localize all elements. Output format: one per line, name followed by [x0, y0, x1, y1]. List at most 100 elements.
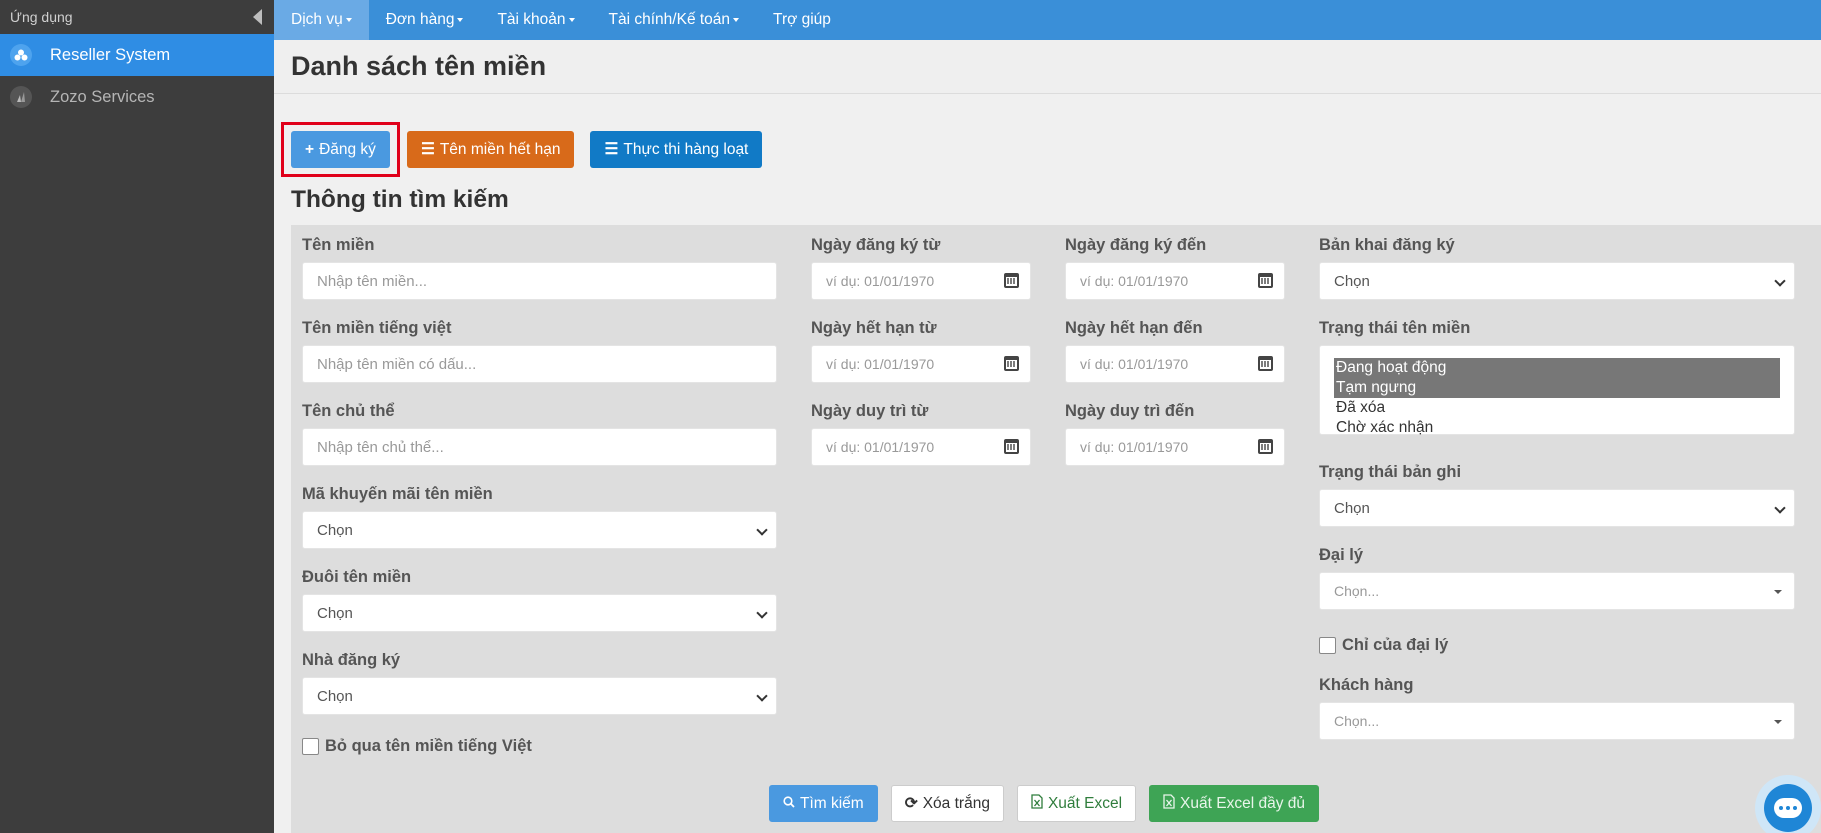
reg-to-placeholder: ví dụ: 01/01/1970	[1080, 273, 1189, 289]
refresh-icon: ⟳	[904, 795, 918, 812]
calendar-icon[interactable]	[1004, 273, 1019, 288]
list-icon: ☰	[604, 141, 619, 158]
register-button[interactable]: + Đăng ký	[291, 131, 390, 168]
extension-select[interactable]: Chọn	[302, 594, 777, 632]
sidebar-item-reseller-system[interactable]: Reseller System	[0, 34, 274, 76]
renew-from-label: Ngày duy trì từ	[811, 402, 929, 420]
page-title: Danh sách tên miền	[291, 51, 547, 81]
renew-from-input[interactable]: ví dụ: 01/01/1970	[811, 428, 1031, 466]
export-excel-button[interactable]: Xuất Excel	[1016, 785, 1137, 822]
search-button-label: Tìm kiếm	[800, 794, 864, 812]
clear-button-label: Xóa trắng	[922, 794, 990, 812]
caret-down-icon	[457, 18, 464, 22]
nav-item-label: Tài chính/Kế toán	[608, 11, 731, 28]
calendar-icon[interactable]	[1258, 273, 1273, 288]
export-excel-full-button[interactable]: Xuất Excel đầy đủ	[1149, 785, 1319, 822]
calendar-icon[interactable]	[1258, 356, 1273, 371]
search-button[interactable]: Tìm kiếm	[769, 785, 878, 822]
sidebar-header-label: Ứng dụng	[10, 9, 73, 25]
zozo-logo-icon	[10, 86, 32, 108]
declaration-label: Bản khai đăng ký	[1319, 236, 1455, 254]
skip-vn-label: Bỏ qua tên miền tiếng Việt	[325, 737, 532, 755]
registrar-field: Nhà đăng ký Chọn	[302, 651, 777, 715]
agent-only-checkbox[interactable]	[1319, 637, 1336, 654]
expired-domains-label: Tên miền hết hạn	[439, 140, 561, 158]
declaration-select[interactable]: Chọn	[1319, 262, 1795, 300]
caret-down-icon	[733, 18, 740, 22]
registrar-select[interactable]: Chọn	[302, 677, 777, 715]
reg-from-input[interactable]: ví dụ: 01/01/1970	[811, 262, 1031, 300]
agent-select[interactable]: Chọn...	[1319, 572, 1795, 610]
reg-from-placeholder: ví dụ: 01/01/1970	[826, 273, 935, 289]
batch-execute-button[interactable]: ☰ Thực thi hàng loạt	[590, 131, 763, 168]
chat-widget-button[interactable]	[1755, 775, 1821, 833]
nav-item-help[interactable]: Trợ giúp	[756, 0, 848, 40]
calendar-icon[interactable]	[1004, 356, 1019, 371]
exp-from-field: Ngày hết hạn từ ví dụ: 01/01/1970	[811, 319, 1031, 383]
search-panel: Tên miền Nhập tên miền... Tên miền tiếng…	[291, 225, 1821, 833]
domain-status-listbox[interactable]: Đang hoạt động Tạm ngưng Đã xóa Chờ xác …	[1319, 345, 1795, 438]
exp-to-field: Ngày hết hạn đến ví dụ: 01/01/1970	[1065, 319, 1285, 383]
customer-label: Khách hàng	[1319, 676, 1414, 694]
record-status-select[interactable]: Chọn	[1319, 489, 1795, 527]
promo-select[interactable]: Chọn	[302, 511, 777, 549]
nav-item-services[interactable]: Dịch vụ	[274, 0, 369, 40]
listbox-option-pending[interactable]: Chờ xác nhận	[1334, 418, 1780, 438]
exp-from-input[interactable]: ví dụ: 01/01/1970	[811, 345, 1031, 383]
domain-status-field: Trạng thái tên miền Đang hoạt động Tạm n…	[1319, 319, 1795, 438]
exp-to-label: Ngày hết hạn đến	[1065, 319, 1203, 337]
domain-label: Tên miền	[302, 236, 375, 254]
main-content: Danh sách tên miền + Đăng ký ☰ Tên miền …	[274, 40, 1821, 833]
renew-to-input[interactable]: ví dụ: 01/01/1970	[1065, 428, 1285, 466]
agent-label: Đại lý	[1319, 546, 1364, 564]
renew-to-placeholder: ví dụ: 01/01/1970	[1080, 439, 1189, 455]
expired-domains-button[interactable]: ☰ Tên miền hết hạn	[406, 131, 575, 168]
chevron-down-icon	[1774, 502, 1786, 514]
nav-item-finance[interactable]: Tài chính/Kế toán	[592, 0, 757, 40]
renew-to-field: Ngày duy trì đến ví dụ: 01/01/1970	[1065, 402, 1285, 466]
domain-vn-input[interactable]: Nhập tên miền có dấu...	[302, 345, 777, 383]
excel-file-icon	[1163, 793, 1175, 814]
listbox-option-active[interactable]: Đang hoạt động	[1334, 358, 1780, 378]
nav-item-account[interactable]: Tài khoản	[480, 0, 591, 40]
page-title-bar: Danh sách tên miền	[274, 40, 1821, 94]
clear-button[interactable]: ⟳ Xóa trắng	[890, 785, 1004, 822]
calendar-icon[interactable]	[1004, 439, 1019, 454]
owner-input[interactable]: Nhập tên chủ thể...	[302, 428, 777, 466]
agent-select-value: Chọn...	[1334, 583, 1380, 599]
registrar-select-value: Chọn	[317, 687, 353, 705]
reg-from-label: Ngày đăng ký từ	[811, 236, 941, 254]
sidebar-item-zozo-services[interactable]: Zozo Services	[0, 76, 274, 118]
nav-item-label: Dịch vụ	[291, 11, 343, 28]
reg-to-label: Ngày đăng ký đến	[1065, 236, 1207, 254]
domain-status-label: Trạng thái tên miền	[1319, 319, 1471, 337]
agent-field: Đại lý Chọn...	[1319, 546, 1795, 610]
sidebar: Ứng dụng Reseller System Zozo Services	[0, 0, 274, 833]
batch-execute-label: Thực thi hàng loạt	[623, 140, 749, 158]
promo-label: Mã khuyến mãi tên miền	[302, 485, 493, 503]
listbox-option-deleted[interactable]: Đã xóa	[1334, 398, 1780, 418]
domain-input[interactable]: Nhập tên miền...	[302, 262, 777, 300]
extension-select-value: Chọn	[317, 604, 353, 622]
domain-field: Tên miền Nhập tên miền...	[302, 236, 777, 300]
chat-icon	[1764, 784, 1812, 832]
skip-vn-checkbox[interactable]	[302, 738, 319, 755]
reg-to-field: Ngày đăng ký đến ví dụ: 01/01/1970	[1065, 236, 1285, 300]
listbox-option-suspended[interactable]: Tạm ngưng	[1334, 378, 1780, 398]
action-bar: + Đăng ký ☰ Tên miền hết hạn ☰ Thực thi …	[281, 122, 763, 177]
exp-to-input[interactable]: ví dụ: 01/01/1970	[1065, 345, 1285, 383]
caret-down-icon	[345, 18, 352, 22]
owner-label: Tên chủ thể	[302, 402, 395, 420]
nav-item-label: Trợ giúp	[773, 11, 831, 28]
nav-item-orders[interactable]: Đơn hàng	[369, 0, 481, 40]
promo-field: Mã khuyến mãi tên miền Chọn	[302, 485, 777, 549]
reg-to-input[interactable]: ví dụ: 01/01/1970	[1065, 262, 1285, 300]
collapse-sidebar-icon[interactable]	[253, 9, 262, 25]
customer-select[interactable]: Chọn...	[1319, 702, 1795, 740]
extension-field: Đuôi tên miền Chọn	[302, 568, 777, 632]
declaration-field: Bản khai đăng ký Chọn	[1319, 236, 1795, 300]
list-icon: ☰	[420, 141, 435, 158]
extension-label: Đuôi tên miền	[302, 568, 412, 586]
search-actions: Tìm kiếm ⟳ Xóa trắng Xuất Excel Xuất Exc…	[769, 785, 1332, 822]
calendar-icon[interactable]	[1258, 439, 1273, 454]
